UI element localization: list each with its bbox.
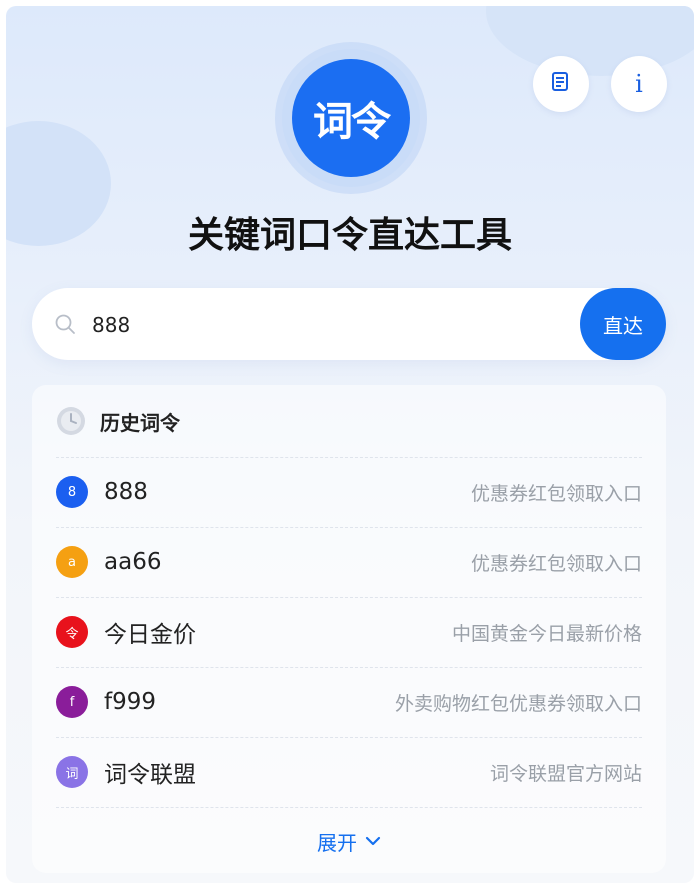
history-item[interactable]: 8 888 优惠券红包领取入口 (56, 457, 642, 527)
history-item-description: 优惠券红包领取入口 (470, 552, 642, 575)
history-item-description: 外卖购物红包优惠券领取入口 (394, 692, 642, 715)
app-logo: 词令 (292, 59, 410, 177)
history-item-description: 中国黄金今日最新价格 (451, 622, 642, 645)
history-item[interactable]: 词 词令联盟 词令联盟官方网站 (56, 737, 642, 807)
history-item-badge: f (56, 686, 88, 718)
search-icon (54, 313, 76, 335)
info-icon: i (635, 70, 643, 98)
history-item[interactable]: 令 今日金价 中国黄金今日最新价格 (56, 597, 642, 667)
chevron-down-icon (365, 836, 381, 846)
page-title: 关键词口令直达工具 (187, 215, 512, 256)
app-window: i 词令 关键词口令直达工具 直达 历史词令 (6, 6, 694, 883)
notes-icon (550, 71, 572, 97)
history-header: 历史词令 (56, 405, 180, 437)
notes-button[interactable] (533, 56, 589, 112)
history-item-keyword: aa66 (104, 549, 162, 575)
go-button[interactable]: 直达 (580, 288, 666, 360)
divider (56, 807, 642, 808)
search-bar: 直达 (32, 288, 666, 360)
search-input[interactable] (90, 308, 574, 342)
expand-label: 展开 (317, 830, 357, 855)
history-item-keyword: 888 (104, 479, 148, 505)
logo-halo: 词令 (275, 42, 427, 194)
history-item-keyword: 词令联盟 (104, 762, 196, 788)
history-item-keyword: 今日金价 (104, 622, 196, 648)
history-title: 历史词令 (100, 410, 180, 435)
history-item-badge: 词 (56, 756, 88, 788)
history-item[interactable]: f f999 外卖购物红包优惠券领取入口 (56, 667, 642, 737)
history-item-keyword: f999 (104, 689, 156, 715)
history-item-badge: 令 (56, 616, 88, 648)
history-item-description: 优惠券红包领取入口 (470, 482, 642, 505)
history-item[interactable]: a aa66 优惠券红包领取入口 (56, 527, 642, 597)
history-item-description: 词令联盟官方网站 (489, 762, 642, 785)
expand-button[interactable]: 展开 (32, 825, 666, 857)
decorative-circle-right (486, 6, 694, 76)
history-card: 历史词令 8 888 优惠券红包领取入口 a aa66 优惠券红包领取入口 令 … (32, 385, 666, 873)
clock-icon (56, 406, 86, 436)
history-item-badge: a (56, 546, 88, 578)
info-button[interactable]: i (611, 56, 667, 112)
history-item-badge: 8 (56, 476, 88, 508)
